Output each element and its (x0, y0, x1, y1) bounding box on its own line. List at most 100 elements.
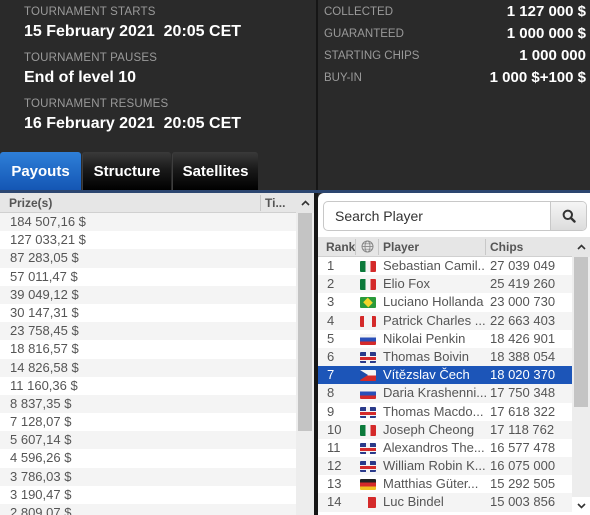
search-button[interactable] (550, 202, 586, 230)
column-separator (378, 239, 379, 255)
player-rank: 6 (327, 348, 335, 364)
player-chips: 27 039 049 (490, 258, 556, 273)
player-row[interactable]: 8 Daria Krashenni... 17 750 348 (318, 384, 572, 403)
search-player-box (323, 201, 587, 231)
player-row[interactable]: 10 Joseph Cheong 17 118 762 (318, 420, 572, 439)
tournament-lobby: TOURNAMENT STARTS 15 February 2021 20:05… (0, 0, 590, 515)
globe-icon[interactable] (361, 240, 374, 256)
column-separator (355, 239, 356, 255)
player-row[interactable]: 4 Patrick Charles ... 22 663 403 (318, 311, 572, 330)
stat-value: 1 127 000 $ (506, 3, 586, 20)
flag-gb-icon (360, 461, 376, 473)
player-name: Luc Bindel (383, 494, 444, 510)
scroll-up-icon[interactable] (572, 237, 590, 257)
search-icon (562, 209, 576, 223)
payouts-scrollbar[interactable] (296, 193, 314, 515)
player-chips: 18 020 370 (490, 367, 556, 383)
player-rank: 5 (327, 330, 335, 346)
player-chips: 17 618 322 (490, 403, 556, 419)
payout-row[interactable]: 57 011,47 $ (0, 267, 296, 286)
player-chips: 17 750 348 (490, 385, 556, 401)
payouts-header: Prize(s) Ti... (0, 193, 296, 213)
flag-mx-icon (360, 261, 376, 272)
pauses-label: TOURNAMENT PAUSES (24, 52, 158, 64)
player-name: Matthias Güter... (383, 476, 479, 492)
player-rank: 12 (327, 458, 342, 474)
flag-mt-icon (360, 497, 376, 509)
starts-value: 15 February 2021 20:05 CET (24, 23, 242, 40)
player-name: Daria Krashenni... (383, 385, 486, 401)
payout-row[interactable]: 3 786,03 $ (0, 467, 296, 486)
flag-mx-icon (360, 424, 376, 436)
player-name: Elio Fox (383, 276, 430, 292)
flag-mx-icon (360, 279, 376, 291)
payout-row[interactable]: 11 160,36 $ (0, 376, 296, 395)
players-scrollbar[interactable] (572, 237, 590, 515)
payout-row[interactable]: 39 049,12 $ (0, 285, 296, 304)
scrollbar-thumb[interactable] (574, 257, 588, 407)
stat-buy-in: BUY-IN 1 000 $+100 $ (318, 69, 590, 91)
players-rows: 1 Sebastian Camil... 27 039 049 2 Elio Fox 25… (318, 257, 572, 512)
stat-starting-chips: STARTING CHIPS 1 000 000 (318, 47, 590, 69)
payout-row[interactable]: 30 147,31 $ (0, 303, 296, 323)
search-player-input[interactable] (324, 202, 552, 230)
player-name: Joseph Cheong (383, 421, 475, 437)
stat-label: BUY-IN (324, 72, 362, 84)
player-chips: 25 419 260 (490, 276, 556, 292)
player-row[interactable]: 7 Vítězslav Čech 18 020 370 (318, 366, 572, 385)
payout-row[interactable]: 2 809,07 $ (0, 504, 296, 515)
tournament-schedule-panel: TOURNAMENT STARTS 15 February 2021 20:05… (0, 0, 316, 152)
player-row[interactable]: 1 Sebastian Camil... 27 039 049 (318, 257, 572, 276)
scroll-up-icon[interactable] (296, 193, 314, 213)
player-row[interactable]: 11 Alexandros The... 16 577 478 (318, 438, 572, 458)
player-row[interactable]: 5 Nikolai Penkin 18 426 901 (318, 329, 572, 348)
payouts-table: Prize(s) Ti... 184 507,16 $127 033,21 $8… (0, 193, 314, 515)
column-rank[interactable]: Rank (326, 240, 355, 254)
payout-row[interactable]: 184 507,16 $ (0, 213, 296, 232)
column-player[interactable]: Player (383, 240, 419, 254)
tab-structure[interactable]: Structure (82, 152, 171, 190)
player-rank: 11 (327, 439, 341, 455)
stat-collected: COLLECTED 1 127 000 $ (318, 3, 590, 25)
payout-row[interactable]: 5 607,14 $ (0, 431, 296, 450)
payout-row[interactable]: 4 596,26 $ (0, 449, 296, 468)
payout-row[interactable]: 3 190,47 $ (0, 485, 296, 504)
stat-guaranteed: GUARANTEED 1 000 000 $ (318, 25, 590, 47)
payout-row[interactable]: 7 128,07 $ (0, 413, 296, 432)
stat-label: STARTING CHIPS (324, 50, 420, 62)
scroll-down-icon[interactable] (572, 497, 590, 515)
player-rank: 13 (327, 476, 342, 492)
column-separator (485, 239, 486, 255)
payout-row[interactable]: 14 826,58 $ (0, 358, 296, 377)
tab-satellites[interactable]: Satellites (172, 152, 258, 190)
player-chips: 23 000 730 (490, 294, 556, 310)
flag-de-icon (360, 479, 376, 491)
column-prize[interactable]: Prize(s) (9, 196, 52, 210)
player-row[interactable]: 9 Thomas Macdo... 17 618 322 (318, 402, 572, 421)
player-row[interactable]: 2 Elio Fox 25 419 260 (318, 275, 572, 294)
player-row[interactable]: 3 Luciano Hollanda 23 000 730 (318, 293, 572, 312)
flag-cz-icon (360, 370, 376, 382)
column-chips[interactable]: Chips (490, 240, 523, 254)
payout-row[interactable]: 87 283,05 $ (0, 249, 296, 268)
player-name: Vítězslav Čech (383, 367, 470, 383)
player-row[interactable]: 13 Matthias Güter... 15 292 505 (318, 475, 572, 494)
scrollbar-thumb[interactable] (298, 213, 312, 431)
player-rank: 1 (327, 258, 335, 273)
player-chips: 18 426 901 (490, 330, 556, 346)
stat-value: 1 000 $+100 $ (489, 69, 586, 86)
player-name: William Robin K... (383, 458, 486, 474)
player-row[interactable]: 6 Thomas Boivin 18 388 054 (318, 347, 572, 367)
player-chips: 15 292 505 (490, 476, 556, 492)
payout-row[interactable]: 8 837,35 $ (0, 394, 296, 414)
payout-row[interactable]: 18 816,57 $ (0, 340, 296, 359)
player-row[interactable]: 14 Luc Bindel 15 003 856 (318, 493, 572, 512)
payout-row[interactable]: 23 758,45 $ (0, 322, 296, 341)
player-name: Thomas Boivin (383, 348, 469, 364)
player-row[interactable]: 12 William Robin K... 16 075 000 (318, 457, 572, 476)
column-ticket[interactable]: Ti... (265, 196, 285, 210)
player-name: Luciano Hollanda (383, 294, 484, 310)
flag-gb-icon (360, 442, 376, 454)
payout-row[interactable]: 127 033,21 $ (0, 231, 296, 250)
tab-payouts[interactable]: Payouts (0, 152, 81, 190)
